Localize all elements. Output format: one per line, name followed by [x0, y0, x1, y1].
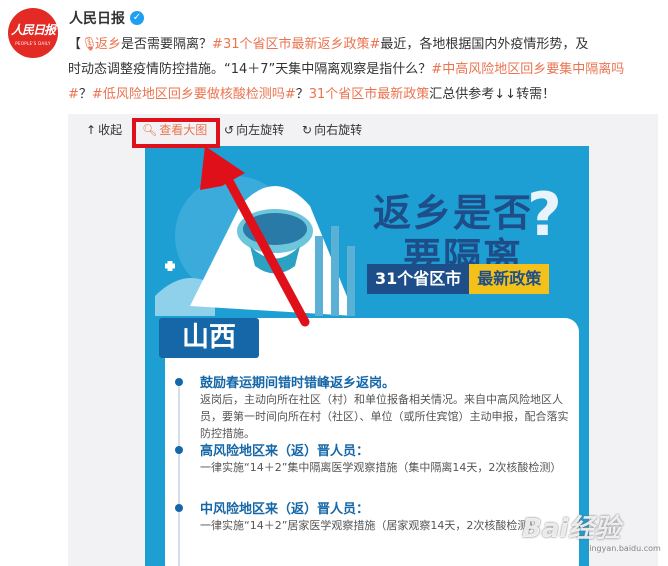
topic-link[interactable]: 返乡 [95, 37, 121, 52]
logo-subtext: PEOPLE'S DAILY [15, 41, 51, 46]
watermark-url: jingyan.baidu.com [587, 544, 661, 553]
annotation-box [132, 118, 220, 148]
timeline-line [178, 378, 180, 566]
post-text: 【🎙返乡是否需要隔离？#31个省区市最新返乡政策#最近，各地根据国内外疫情形势，… [68, 32, 658, 107]
collapse-button[interactable]: ↑ 收起 [86, 121, 122, 138]
verified-icon: ✓ [130, 11, 144, 25]
section-2-title: 高风险地区来（返）晋人员： [200, 444, 370, 459]
hashtag-link-2-end[interactable]: # [68, 87, 79, 102]
poster-subbanner: 31个省区市 最新政策 [367, 264, 550, 294]
section-1-title: 鼓励春运期间错时错峰返乡返岗。 [200, 376, 396, 391]
subbanner-latest-policy: 最新政策 [469, 264, 550, 294]
policy-link[interactable]: 31个省区市最新政策 [309, 87, 430, 102]
avatar[interactable]: 人民日报 PEOPLE'S DAILY [8, 8, 58, 58]
post-question-1: 是否需要隔离？ [121, 37, 213, 52]
post-question-3: ？ [295, 87, 309, 102]
section-3-body: 一律实施“14＋2”居家医学观察措施（居家观察14天，2次核酸检测） [200, 519, 540, 532]
watermark: Bai经验 [522, 514, 621, 544]
post-text-1: 最近，各地根据国内外疫情形势，及 [380, 37, 589, 52]
microphone-icon: 🎙 [81, 37, 98, 52]
hashtag-link-1[interactable]: #31个省区市最新返乡政策# [212, 37, 380, 52]
collapse-label: 收起 [98, 123, 123, 137]
timeline-dot [175, 378, 183, 386]
subbanner-provinces: 31个省区市 [367, 264, 470, 294]
post-text-end: 汇总供参考↓↓转需！ [429, 87, 556, 102]
rotate-right-label: 向右旋转 [314, 123, 363, 137]
post-question-2: ？ [78, 87, 92, 102]
timeline-dot [175, 446, 183, 454]
rotate-left-icon: ↺ [224, 122, 235, 137]
rotate-left-label: 向左旋转 [236, 123, 285, 137]
section-3-title: 中风险地区来（返）晋人员： [200, 502, 370, 517]
logo-text: 人民日报 [10, 23, 56, 37]
account-name[interactable]: 人民日报 [69, 8, 125, 28]
poster-image[interactable]: ? 返乡是否 要隔离 31个省区市 最新政策 山西 鼓励春运期间错时错峰返乡返岗… [145, 146, 589, 566]
account-header: 人民日报 ✓ [69, 8, 144, 28]
collapse-icon: ↑ [86, 122, 97, 137]
section-1-body: 返岗后，主动向所在社区（村）和单位报备相关情况。来自中高风险地区人员，要第一时间… [200, 393, 569, 440]
post-line-2: 时动态调整疫情防控措施。“14＋7”天集中隔离观察是指什么？ [68, 62, 432, 77]
timeline-dot [175, 504, 183, 512]
section-2-body: 一律实施“14＋2”集中隔离医学观察措施（集中隔离14天，2次核酸检测） [200, 461, 562, 474]
rotate-right-button[interactable]: ↻ 向右旋转 [302, 121, 362, 138]
hashtag-link-3[interactable]: #低风险地区回乡要做核酸检测吗# [92, 87, 296, 102]
rotate-right-icon: ↻ [302, 122, 313, 137]
province-label: 山西 [159, 318, 259, 358]
bracket-open: 【 [68, 37, 82, 52]
rotate-left-button[interactable]: ↺ 向左旋转 [224, 121, 284, 138]
hashtag-link-2[interactable]: #中高风险地区回乡要集中隔离吗 [431, 62, 624, 77]
